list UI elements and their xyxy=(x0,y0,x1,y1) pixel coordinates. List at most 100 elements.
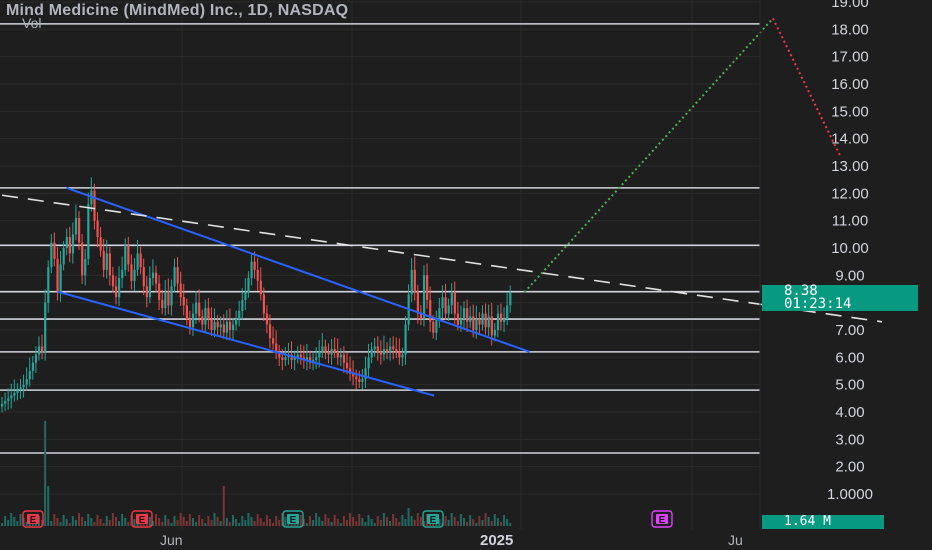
volume-bar xyxy=(108,520,111,526)
candle-body xyxy=(333,349,336,352)
volume-bar xyxy=(16,521,19,526)
volume-bar xyxy=(373,523,376,526)
volume-bar xyxy=(170,523,173,526)
candle-body xyxy=(324,346,327,352)
candle-body xyxy=(404,324,407,355)
volume-bar xyxy=(342,516,345,526)
price-tick-label: 2.00 xyxy=(835,459,864,476)
candle-body xyxy=(435,319,438,333)
volume-bar xyxy=(463,518,465,526)
price-tick-label: 9.00 xyxy=(835,267,864,284)
candle-body xyxy=(392,346,395,350)
candle-body xyxy=(68,237,71,254)
candle-body xyxy=(373,346,376,350)
candle-body xyxy=(133,269,136,281)
candle-body xyxy=(275,343,278,352)
candle-body xyxy=(10,395,13,399)
candle-body xyxy=(93,190,96,221)
candle-body xyxy=(339,354,342,358)
volume-bar xyxy=(318,517,321,526)
candle-body xyxy=(342,354,346,363)
volume-bar xyxy=(419,517,422,526)
time-axis[interactable]: Jun 2025 Ju xyxy=(0,529,932,550)
candle-body xyxy=(47,267,50,303)
candle-body xyxy=(432,321,435,333)
volume-bar xyxy=(78,513,80,526)
price-tick-label: 14.00 xyxy=(831,131,869,148)
candle-body xyxy=(256,269,259,281)
candle-body xyxy=(499,313,503,322)
volume-bar xyxy=(330,522,333,526)
volume-bar xyxy=(389,521,392,526)
time-tick-jun: Jun xyxy=(160,532,183,548)
earnings-marker-label: E xyxy=(290,515,297,526)
volume-bar xyxy=(364,522,367,526)
candle-body xyxy=(509,292,512,306)
volume-bar xyxy=(404,519,407,526)
volume-bar xyxy=(459,514,462,526)
volume-bar xyxy=(99,519,102,526)
candle-body xyxy=(235,319,238,325)
price-chart[interactable]: EEEEE 1.00002.003.004.005.006.007.008.00… xyxy=(0,0,932,550)
candle-body xyxy=(426,275,429,300)
volume-bar xyxy=(410,516,413,526)
volume-bar xyxy=(315,513,318,526)
time-tick-jul: Ju xyxy=(728,532,743,548)
volume-indicator-label: Vol xyxy=(22,15,42,31)
candle-body xyxy=(173,267,176,287)
volume-bar xyxy=(87,514,90,526)
candle-body xyxy=(401,354,404,358)
candle-body xyxy=(478,319,481,325)
candle-body xyxy=(222,324,225,333)
candle-body xyxy=(463,308,466,320)
candle-body xyxy=(441,297,444,309)
candle-body xyxy=(272,338,275,344)
candle-body xyxy=(7,398,10,402)
volume-bar xyxy=(235,519,238,526)
volume-bar xyxy=(382,513,385,526)
candle-body xyxy=(207,308,210,320)
candle-body xyxy=(253,261,256,270)
volume-bar xyxy=(475,523,478,526)
price-tick-label: 12.00 xyxy=(831,185,869,202)
candle-body xyxy=(330,349,333,355)
candle-body xyxy=(25,379,28,385)
candle-body xyxy=(108,253,111,276)
candle-body xyxy=(28,371,31,380)
volume-bar xyxy=(367,515,370,526)
candle-body xyxy=(315,357,318,361)
volume-bar xyxy=(182,517,185,526)
candle-body xyxy=(429,299,432,322)
volume-bar xyxy=(493,514,496,526)
chart-title: Mind Medicine (MindMed) Inc., 1D, NASDAQ xyxy=(6,2,349,19)
volume-bar xyxy=(59,522,62,526)
candle-body xyxy=(213,321,216,330)
volume-bar xyxy=(247,513,250,526)
volume-bar xyxy=(262,522,265,526)
volume-bar xyxy=(53,514,56,526)
earnings-marker-label: E xyxy=(659,515,666,526)
volume-bar xyxy=(195,522,198,526)
volume-bar xyxy=(105,516,108,526)
volume-bar xyxy=(484,513,487,526)
candle-body xyxy=(31,362,34,371)
candle-body xyxy=(121,269,124,279)
candle-body xyxy=(361,379,364,382)
volume-bar xyxy=(148,517,151,526)
volume-bar xyxy=(216,517,219,526)
candle-body xyxy=(416,291,419,314)
volume-bar xyxy=(305,523,308,526)
volume-bar xyxy=(379,520,382,526)
volume-bar xyxy=(312,520,315,526)
volume-bar xyxy=(10,513,13,526)
volume-bar xyxy=(265,515,268,526)
volume-bar xyxy=(164,515,167,526)
candle-body xyxy=(472,316,475,330)
volume-bar xyxy=(456,521,459,526)
candle-body xyxy=(142,267,145,287)
volume-bar xyxy=(185,521,188,526)
earnings-marker-label: E xyxy=(139,515,146,526)
candle-body xyxy=(56,258,59,292)
volume-bar xyxy=(133,519,136,526)
candle-body xyxy=(145,286,148,298)
